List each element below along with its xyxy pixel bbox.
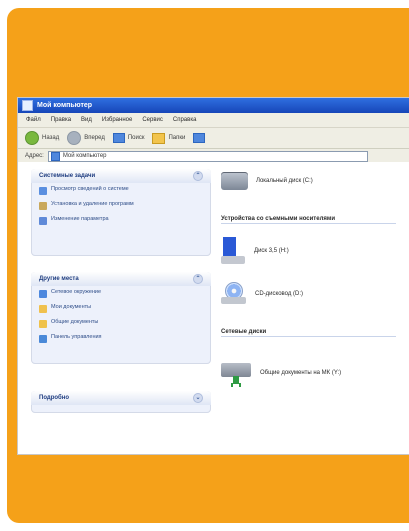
task-pane: Системные задачи ⌃ Просмотр сведений о с… [31,169,211,454]
shared-documents-label: Общие документы [51,319,99,325]
system-info-label: Просмотр сведений о системе [51,186,129,192]
change-setting-label: Изменение параметра [51,216,109,222]
network-icon [39,290,47,298]
removable-section-title: Устройства со съемными носителями [221,216,396,224]
drive-d[interactable]: CD-дисковод (D:) [221,282,303,306]
floppy-drive-icon [221,237,246,265]
back-label: Назад [42,135,60,141]
window-title: Мой компьютер [37,102,93,109]
search-button[interactable]: Поиск [112,133,145,143]
my-documents-link[interactable]: Мои документы [31,301,211,316]
computer-icon-small [50,151,60,161]
control-panel-label: Панель управления [51,334,102,340]
views-button[interactable] [193,133,206,143]
forward-icon [67,131,82,145]
local-disk-label: Локальный диск (C:) [256,178,313,184]
computer-icon [22,100,33,111]
network-places-label: Сетевое окружение [51,289,102,295]
search-label: Поиск [127,135,145,141]
drive-d-label: CD-дисковод (D:) [255,291,304,297]
other-places-panel: Другие места ⌃ Сетевое окружение Мои док… [31,272,211,364]
control-panel-icon [39,335,47,343]
settings-icon [39,217,47,225]
window-content: Системные задачи ⌃ Просмотр сведений о с… [18,162,409,454]
change-setting-link[interactable]: Изменение параметра [31,213,211,228]
add-remove-programs-link[interactable]: Установка и удаление программ [31,198,211,213]
drive-h-label: Диск 3,5 (H:) [254,248,289,254]
forward-button[interactable]: Вперед [67,131,105,145]
title-bar: Мой компьютер [18,98,409,113]
folders-icon [152,132,166,144]
network-section-title: Сетевые диски [221,329,396,337]
shared-folder-icon [39,320,47,328]
programs-icon [39,202,47,210]
system-info-link[interactable]: Просмотр сведений о системе [31,183,211,198]
details-header[interactable]: Подробно ⌄ [31,391,211,405]
network-drive-label: Общие документы на МК (Y:) [260,369,342,376]
network-drive-y[interactable]: Общие документы на МК (Y:) [221,362,342,384]
menu-view[interactable]: Вид [81,117,92,123]
details-panel: Подробно ⌄ [31,391,211,413]
documents-icon [39,305,47,313]
forward-label: Вперед [84,135,105,141]
views-icon [193,133,206,143]
system-tasks-panel: Системные задачи ⌃ Просмотр сведений о с… [31,169,211,256]
folders-button[interactable]: Папки [152,132,186,144]
drives-view: Локальный диск (C:) Устройства со съемны… [221,169,409,454]
hard-drive-icon [221,172,248,190]
orange-card: Мой компьютер Файл Правка Вид Избранное … [7,8,409,523]
drive-h[interactable]: Диск 3,5 (H:) [221,237,289,265]
other-places-header[interactable]: Другие места ⌃ [31,272,211,286]
my-documents-label: Мои документы [51,304,92,310]
network-places-link[interactable]: Сетевое окружение [31,286,211,301]
menu-favorites[interactable]: Избранное [102,117,132,123]
back-button[interactable]: Назад [25,131,59,145]
system-info-icon [39,187,47,195]
address-input[interactable]: Мой компьютер [47,150,368,162]
local-disk-c[interactable]: Локальный диск (C:) [221,172,313,190]
search-icon [112,133,125,143]
menu-bar: Файл Правка Вид Избранное Сервис Справка [18,113,409,128]
address-value: Мой компьютер [62,153,107,159]
cd-drive-icon [221,282,247,306]
menu-tools[interactable]: Сервис [142,117,163,123]
details-title: Подробно [39,395,70,401]
other-places-title: Другие места [39,276,79,282]
toolbar: Назад Вперед Поиск Папки [18,128,409,149]
folders-label: Папки [168,135,186,141]
chevron-down-icon[interactable]: ⌄ [193,393,203,403]
menu-help[interactable]: Справка [173,117,197,123]
chevron-up-icon[interactable]: ⌃ [193,171,203,181]
menu-edit[interactable]: Правка [51,117,71,123]
back-icon [25,131,39,145]
control-panel-link[interactable]: Панель управления [31,331,211,346]
explorer-window: Мой компьютер Файл Правка Вид Избранное … [17,97,409,455]
chevron-up-icon[interactable]: ⌃ [193,274,203,284]
menu-file[interactable]: Файл [26,117,41,123]
system-tasks-title: Системные задачи [39,173,96,179]
network-drive-icon [221,362,252,384]
system-tasks-header[interactable]: Системные задачи ⌃ [31,169,211,183]
address-label: Адрес: [25,153,44,159]
page-frame: Мой компьютер Файл Правка Вид Избранное … [0,0,409,531]
shared-documents-link[interactable]: Общие документы [31,316,211,331]
add-remove-programs-label: Установка и удаление программ [51,201,134,207]
